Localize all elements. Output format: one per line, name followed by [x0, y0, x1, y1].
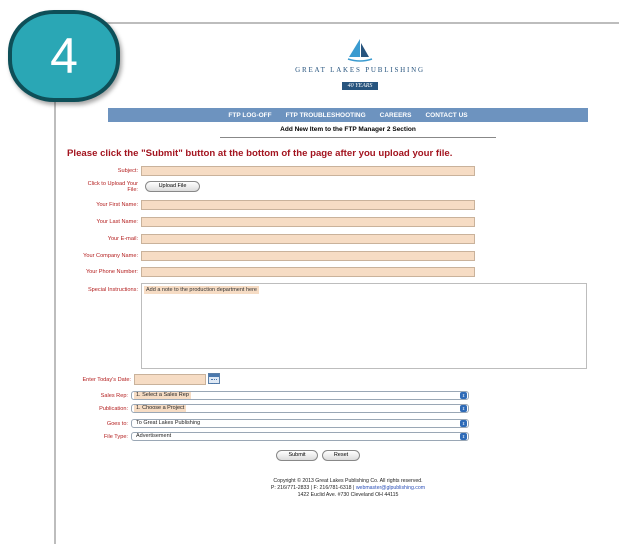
email-input[interactable]	[141, 234, 475, 244]
logo-ribbon: 40 YEARS	[341, 82, 379, 90]
goes-to-value: To Great Lakes Publishing	[136, 420, 201, 426]
reset-button[interactable]: Reset	[322, 450, 360, 461]
special-instructions-textarea[interactable]: Add a note to the production department …	[141, 283, 587, 369]
submit-button[interactable]: Submit	[276, 450, 318, 461]
publication-value: 1. Choose a Project	[134, 405, 187, 412]
logo-text: GREAT LAKES PUBLISHING	[295, 66, 425, 74]
select-arrow-icon: ⇕	[460, 433, 467, 440]
main-nav: FTP LOG-OFF FTP TROUBLESHOOTING CAREERS …	[108, 108, 588, 122]
last-name-label: Your Last Name:	[96, 219, 138, 225]
footer-contact: P: 216/771-2833 | F: 216/781-6318 | webm…	[108, 485, 588, 492]
file-type-select[interactable]: Advertisement ⇕	[131, 432, 469, 441]
file-type-label: File Type:	[103, 434, 128, 440]
phone-label: Your Phone Number:	[85, 269, 138, 275]
nav-ftp-troubleshooting[interactable]: FTP TROUBLESHOOTING	[286, 112, 366, 119]
company-input[interactable]	[141, 251, 475, 261]
goes-to-label: Goes to:	[106, 421, 128, 427]
file-type-value: Advertisement	[136, 433, 172, 439]
date-input[interactable]	[134, 374, 206, 385]
publication-select[interactable]: 1. Choose a Project ⇕	[131, 404, 469, 413]
phone-input[interactable]	[141, 267, 475, 277]
nav-ftp-logoff[interactable]: FTP LOG-OFF	[228, 112, 271, 119]
first-name-input[interactable]	[141, 200, 475, 210]
select-arrow-icon: ⇕	[460, 405, 467, 412]
email-label: Your E-mail:	[107, 236, 138, 242]
date-label: Enter Today's Date:	[82, 377, 131, 383]
footer-copyright: Copyright © 2013 Great Lakes Publishing …	[273, 478, 423, 484]
upload-label: Click to Upload Your File:	[60, 181, 138, 193]
site-logo[interactable]: GREAT LAKES PUBLISHING 40 YEARS	[270, 38, 450, 92]
footer-email-link[interactable]: webmaster@glpublishing.com	[356, 485, 425, 491]
sailboat-icon	[347, 39, 373, 62]
sales-rep-value: 1. Select a Sales Rep	[134, 392, 191, 399]
publication-label: Publication:	[99, 406, 128, 412]
special-instructions-label: Special Instructions:	[87, 287, 138, 293]
special-instructions-placeholder: Add a note to the production department …	[144, 286, 259, 294]
footer-phone-fax: P: 216/771-2833 | F: 216/781-6318 |	[270, 485, 356, 491]
subject-input[interactable]	[141, 166, 475, 176]
select-arrow-icon: ⇕	[460, 392, 467, 399]
upload-file-button[interactable]: Upload File	[145, 181, 200, 192]
upload-instruction: Please click the "Submit" button at the …	[67, 148, 453, 159]
first-name-label: Your First Name:	[96, 202, 138, 208]
goes-to-select[interactable]: To Great Lakes Publishing ⇕	[131, 419, 469, 428]
nav-contact-us[interactable]: CONTACT US	[425, 112, 467, 119]
nav-careers[interactable]: CAREERS	[380, 112, 412, 119]
company-label: Your Company Name:	[83, 253, 138, 259]
section-divider	[220, 137, 496, 138]
sales-rep-label: Sales Rep:	[100, 393, 128, 399]
step-number-badge: 4	[8, 10, 120, 102]
section-heading: Add New Item to the FTP Manager 2 Sectio…	[280, 126, 416, 133]
footer-address: 1422 Euclid Ave. #730 Cleveland OH 44115	[297, 492, 399, 498]
subject-label: Subject:	[117, 168, 138, 174]
calendar-icon[interactable]	[208, 373, 220, 384]
page-footer: Copyright © 2013 Great Lakes Publishing …	[108, 478, 588, 499]
sales-rep-select[interactable]: 1. Select a Sales Rep ⇕	[131, 391, 469, 400]
last-name-input[interactable]	[141, 217, 475, 227]
select-arrow-icon: ⇕	[460, 420, 467, 427]
upload-label-line2: File:	[127, 187, 138, 193]
